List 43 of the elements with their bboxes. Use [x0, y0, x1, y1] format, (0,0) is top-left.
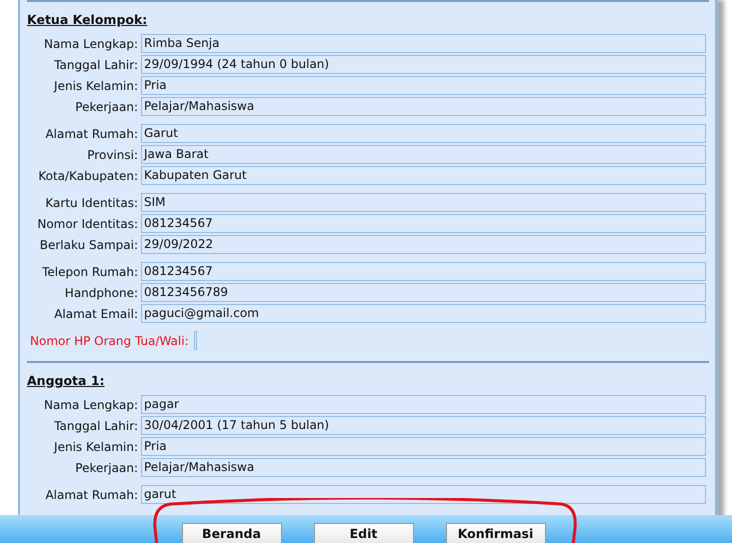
field-label: Handphone: [64, 286, 139, 300]
action-button[interactable]: Beranda [182, 523, 282, 543]
action-button[interactable]: Konfirmasi [446, 523, 546, 543]
input-field[interactable] [194, 331, 197, 350]
input-field[interactable]: 081234567 [141, 214, 706, 233]
field-label: Nama Lengkap: [42, 36, 139, 50]
input-field[interactable]: Pelajar/Mahasiswa [141, 458, 706, 477]
field-label: Kota/Kabupaten: [37, 168, 139, 182]
field-label: Berlaku Sampai: [38, 238, 139, 252]
input-field[interactable]: Pria [141, 437, 706, 456]
input-field[interactable]: garut [141, 485, 706, 504]
field-label: Tanggal Lahir: [53, 58, 139, 72]
field-label: Kartu Identitas: [44, 196, 139, 210]
input-field[interactable]: 29/09/1994 (24 tahun 0 bulan) [141, 55, 706, 74]
input-field[interactable]: 30/04/2001 (17 tahun 5 bulan) [141, 416, 706, 435]
field-label: Jenis Kelamin: [52, 440, 139, 454]
field-label: Nomor HP Orang Tua/Wali: [29, 334, 190, 348]
field-label: Alamat Email: [53, 306, 139, 320]
input-field[interactable]: Garut [141, 124, 706, 143]
input-field[interactable]: pagar [141, 395, 706, 414]
input-field[interactable]: SIM [141, 193, 706, 212]
input-field[interactable]: Pelajar/Mahasiswa [141, 97, 706, 116]
field-label: Nama Lengkap: [42, 398, 139, 412]
field-label: Tanggal Lahir: [53, 418, 139, 432]
field-label: Jenis Kelamin: [52, 78, 139, 92]
input-field[interactable]: paguci@gmail.com [141, 304, 706, 323]
field-label: Alamat Rumah: [44, 126, 139, 140]
input-field[interactable]: 29/09/2022 [141, 235, 706, 254]
field-label: Alamat Rumah: [44, 488, 139, 502]
section-title: Ketua Kelompok: [27, 12, 148, 27]
field-label: Pekerjaan: [74, 460, 139, 474]
field-label: Nomor Identitas: [36, 216, 139, 230]
input-field[interactable]: Kabupaten Garut [141, 166, 706, 185]
section-title: Anggota 1: [27, 373, 106, 388]
field-label: Pekerjaan: [74, 100, 139, 114]
field-label: Provinsi: [86, 148, 139, 162]
input-field[interactable]: Pria [141, 76, 706, 95]
input-field[interactable]: 081234567 [141, 262, 706, 281]
input-field[interactable]: Jawa Barat [141, 145, 706, 164]
input-field[interactable]: Rimba Senja [141, 34, 706, 53]
field-label: Telepon Rumah: [41, 264, 139, 278]
input-field[interactable]: 08123456789 [141, 283, 706, 302]
action-button[interactable]: Edit [314, 523, 414, 543]
